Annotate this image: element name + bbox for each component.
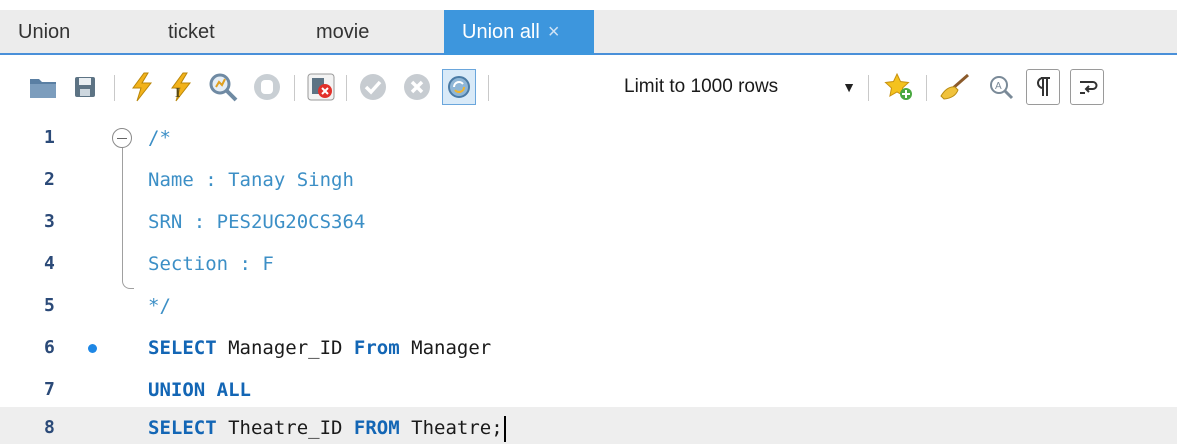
chevron-down-icon: ▼ <box>842 79 856 95</box>
line-number: 5 <box>44 295 55 316</box>
tab-label: ticket <box>168 21 215 43</box>
svg-text:A: A <box>995 81 1002 92</box>
tab-ticket[interactable]: ticket <box>150 10 298 55</box>
sql-keyword: SELECT <box>148 337 217 359</box>
sql-identifier: Theatre_ID <box>216 417 354 439</box>
rollback-icon[interactable] <box>400 69 434 105</box>
autocommit-icon[interactable] <box>442 69 476 105</box>
code-line: 3 SRN : PES2UG20CS364 <box>0 201 1177 243</box>
invisible-chars-icon[interactable] <box>1026 69 1060 105</box>
sql-editor-toolbar: I Limit to 1000 rows ▼ A <box>0 57 1177 117</box>
add-snippet-icon[interactable] <box>882 69 916 105</box>
svg-text:I: I <box>175 86 180 101</box>
tab-union-all[interactable]: Union all × <box>444 10 594 55</box>
sql-keyword: FROM <box>353 417 400 439</box>
line-number: 2 <box>44 169 55 190</box>
toggle-error-stop-icon[interactable] <box>304 69 338 105</box>
line-number: 1 <box>44 127 55 148</box>
toolbar-separator <box>868 75 869 101</box>
sql-identifier: Theatre; <box>399 417 503 439</box>
save-icon[interactable] <box>68 69 102 105</box>
sql-keyword: UNION ALL <box>148 379 251 401</box>
sql-keyword: From <box>353 337 400 359</box>
code-text: */ <box>148 295 171 317</box>
tab-label: movie <box>316 21 370 43</box>
tab-label: Union <box>18 21 71 43</box>
code-line: 4 Section : F <box>0 243 1177 285</box>
explain-icon[interactable] <box>206 69 240 105</box>
line-number: 6 <box>44 337 55 358</box>
toolbar-separator <box>294 75 295 101</box>
sql-keyword: SELECT <box>148 417 217 439</box>
tab-union[interactable]: Union <box>0 10 150 55</box>
execute-icon[interactable] <box>124 69 158 105</box>
sql-identifier: Manager_ID <box>216 337 354 359</box>
limit-rows-select[interactable]: Limit to 1000 rows ▼ <box>612 70 860 104</box>
execute-current-icon[interactable]: I <box>164 69 198 105</box>
line-number: 4 <box>44 253 55 274</box>
code-line: 2 Name : Tanay Singh <box>0 159 1177 201</box>
line-number: 7 <box>44 379 55 400</box>
line-number: 8 <box>44 417 55 438</box>
stop-icon[interactable] <box>250 69 284 105</box>
statement-marker-icon <box>88 344 97 353</box>
code-line: 6 SELECT Manager_ID From Manager <box>0 327 1177 369</box>
commit-icon[interactable] <box>356 69 390 105</box>
text-cursor <box>503 415 506 442</box>
code-text: Name : Tanay Singh <box>148 169 354 191</box>
editor-tab-bar: Union ticket movie Union all × <box>0 10 1177 55</box>
find-icon[interactable]: A <box>984 69 1018 105</box>
code-line: 1 /* <box>0 117 1177 159</box>
close-tab-icon[interactable]: × <box>548 21 560 43</box>
code-line: 5 */ <box>0 285 1177 327</box>
code-text: UNION ALL <box>148 369 251 411</box>
toolbar-separator <box>114 75 115 101</box>
line-number: 3 <box>44 211 55 232</box>
beautify-icon[interactable] <box>938 69 972 105</box>
tab-label: Union all <box>462 21 540 43</box>
toolbar-separator <box>346 75 347 101</box>
toolbar-separator <box>488 75 489 101</box>
word-wrap-icon[interactable] <box>1070 69 1104 105</box>
code-text: SRN : PES2UG20CS364 <box>148 211 366 233</box>
code-line: 7 UNION ALL <box>0 369 1177 411</box>
code-text: SELECT Manager_ID From Manager <box>148 327 491 369</box>
sql-code-editor[interactable]: 1 /* 2 Name : Tanay Singh 3 SRN : PES2UG… <box>0 117 1177 444</box>
limit-rows-value: Limit to 1000 rows <box>624 76 779 97</box>
code-text: SELECT Theatre_ID FROM Theatre; <box>148 407 506 444</box>
open-folder-icon[interactable] <box>26 69 60 105</box>
toolbar-separator <box>926 75 927 101</box>
code-text: Section : F <box>148 253 274 275</box>
code-text: /* <box>148 127 171 149</box>
sql-identifier: Manager <box>399 337 492 359</box>
tab-movie[interactable]: movie <box>298 10 444 55</box>
code-line-current: 8 SELECT Theatre_ID FROM Theatre; <box>0 407 1177 444</box>
